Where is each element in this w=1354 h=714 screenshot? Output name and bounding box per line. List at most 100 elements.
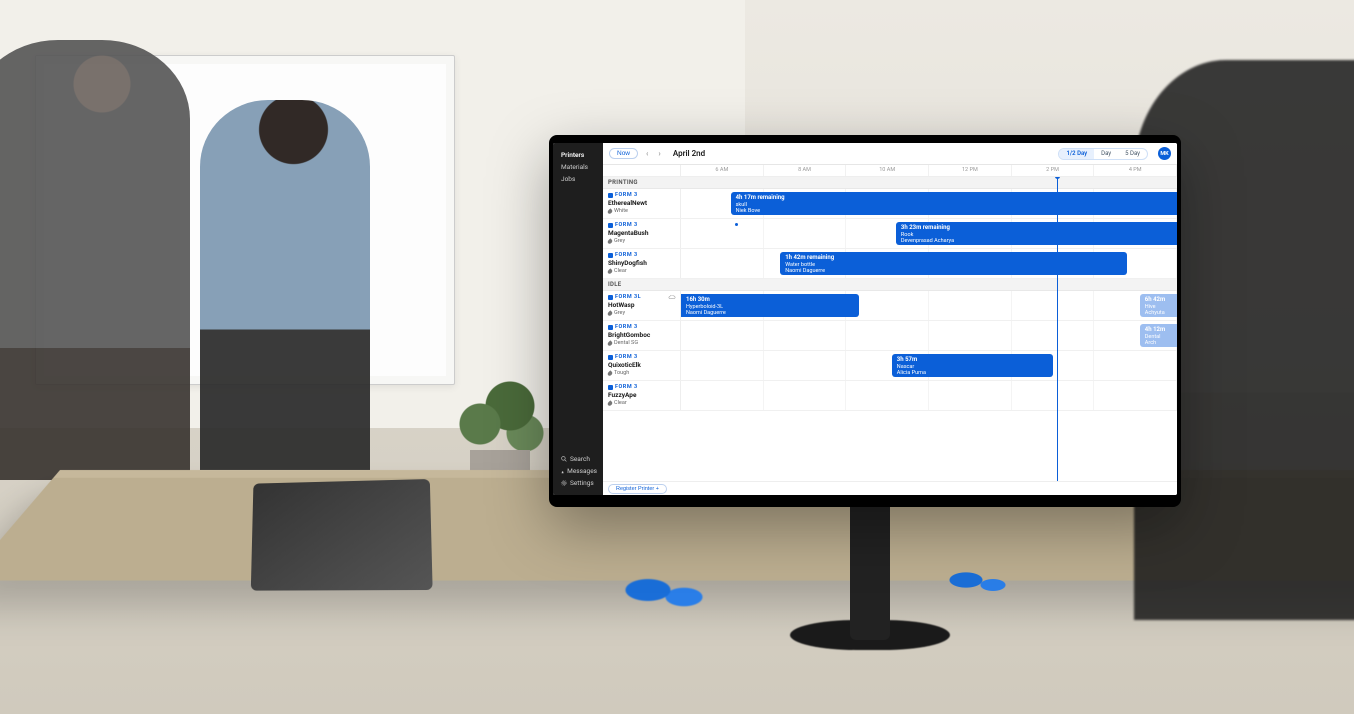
job-owner: Devenprasad Acharya [901, 238, 1172, 245]
time-header: 6 AM8 AM10 AM12 PM2 PM4 PM [603, 165, 1177, 177]
material-drop-icon [607, 370, 613, 376]
main-panel: Now ‹ › April 2nd 1/2 DayDay5 Day MK 6 A… [603, 143, 1177, 495]
job-part: Hive [1145, 304, 1172, 311]
user-avatar[interactable]: MK [1158, 147, 1171, 160]
range-1-2-day[interactable]: 1/2 Day [1059, 149, 1094, 159]
job-owner: Niek Bove [736, 208, 1172, 215]
material-drop-icon [607, 238, 613, 244]
job-part: Dental Arch [1145, 334, 1172, 348]
sidebar: PrintersMaterialsJobs Search Messages Sett… [553, 143, 603, 495]
section-header-printing: PRINTING [603, 177, 1177, 189]
sidebar-item-materials[interactable]: Materials [561, 161, 597, 173]
printer-model-label: FORM 3 [615, 192, 638, 198]
printer-material: Clear [608, 400, 675, 406]
printer-name: ShinyDogfish [608, 259, 675, 267]
printer-model-label: FORM 3 [615, 384, 638, 390]
range-segmented[interactable]: 1/2 DayDay5 Day [1058, 148, 1148, 160]
material-drop-icon [607, 400, 613, 406]
print-job[interactable]: 16h 30mHyperboloid-3LNaomi Daguerre [681, 294, 859, 317]
timeline-body: PRINTINGFORM 3EtherealNewtWhite 4h 17m re… [603, 177, 1177, 481]
job-title: 1h 42m remaining [785, 254, 1122, 262]
printer-info[interactable]: FORM 3QuixoticElkTough [603, 351, 681, 380]
job-part: Water bottle [785, 262, 1122, 269]
printer-lane[interactable]: 3h 23m remainingRookDevenprasad Acharya [681, 219, 1177, 248]
printer-icon [608, 223, 613, 228]
printer-material: Dental SG [608, 340, 675, 346]
search-icon [561, 456, 567, 462]
printer-info[interactable]: FORM 3FuzzyApeClear [603, 381, 681, 410]
job-part: Rook [901, 232, 1172, 239]
printer-material: Grey [608, 238, 675, 244]
print-job[interactable]: 4h 17m remainingskullNiek Bove [731, 192, 1177, 215]
sidebar-nav: PrintersMaterialsJobs [561, 149, 597, 453]
print-job[interactable]: 3h 57mNascarAlicia Puma [892, 354, 1053, 377]
section-header-idle: IDLE [603, 279, 1177, 291]
range-day[interactable]: Day [1094, 149, 1118, 159]
printer-model: FORM 3 [608, 222, 675, 228]
material-drop-icon [607, 310, 613, 316]
printer-row: FORM 3BrightGombocDental SG 4h 12mDental … [603, 321, 1177, 351]
printer-info[interactable]: FORM 3ShinyDogfishClear [603, 249, 681, 278]
printer-lane[interactable]: 4h 17m remainingskullNiek Bove [681, 189, 1177, 218]
now-button[interactable]: Now [609, 148, 638, 159]
next-button[interactable]: › [656, 149, 662, 158]
printer-info[interactable]: FORM 3EtherealNewtWhite [603, 189, 681, 218]
printer-row: FORM 3LHotWaspGrey16h 30mHyperboloid-3LN… [603, 291, 1177, 321]
printer-model: FORM 3 [608, 384, 675, 390]
job-part: Hyperboloid-3L [686, 304, 854, 311]
job-title: 16h 30m [686, 296, 854, 304]
job-title: 6h 42m [1145, 296, 1172, 304]
printer-icon [608, 193, 613, 198]
sidebar-search[interactable]: Search [561, 453, 597, 465]
printer-model-label: FORM 3 [615, 354, 638, 360]
blue-3d-print-object-1 [600, 555, 720, 625]
printer-icon [608, 253, 613, 258]
printer-name: HotWasp [608, 301, 675, 309]
topbar: Now ‹ › April 2nd 1/2 DayDay5 Day MK [603, 143, 1177, 165]
printer-info[interactable]: FORM 3BrightGombocDental SG [603, 321, 681, 350]
print-job[interactable]: 4h 12mDental ArchItzj Pedrouse [1140, 324, 1177, 347]
printer-row: FORM 3MagentaBushGrey 3h 23m remainingRoo… [603, 219, 1177, 249]
printer-lane[interactable] [681, 381, 1177, 410]
print-job[interactable]: 3h 23m remainingRookDevenprasad Acharya [896, 222, 1177, 245]
printer-row: FORM 3EtherealNewtWhite 4h 17m remainings… [603, 189, 1177, 219]
material-label: Tough [614, 370, 629, 376]
job-title: 4h 17m remaining [736, 194, 1172, 202]
printer-model-label: FORM 3 [615, 252, 638, 258]
sidebar-settings[interactable]: Settings [561, 477, 597, 489]
printer-info[interactable]: FORM 3MagentaBushGrey [603, 219, 681, 248]
material-label: Dental SG [614, 340, 638, 346]
printer-lane[interactable]: 4h 12mDental ArchItzj Pedrouse [681, 321, 1177, 350]
print-job[interactable]: 6h 42mHiveAchyuta At-Aplini [1140, 294, 1177, 317]
material-drop-icon [607, 268, 613, 274]
job-title: 3h 57m [897, 356, 1048, 364]
job-title: 3h 23m remaining [901, 224, 1172, 232]
job-owner: Achyuta At-Aplini [1145, 310, 1172, 317]
footer-bar: Register Printer + [603, 481, 1177, 495]
sidebar-item-jobs[interactable]: Jobs [561, 173, 597, 185]
register-printer-button[interactable]: Register Printer + [608, 484, 667, 494]
hour-label: 10 AM [846, 165, 929, 176]
material-label: Grey [614, 310, 625, 316]
printer-lane[interactable]: 16h 30mHyperboloid-3LNaomi Daguerre 6h 42… [681, 291, 1177, 320]
printer-row: FORM 3FuzzyApeClear [603, 381, 1177, 411]
sidebar-bottom-label: Messages [567, 467, 597, 475]
range-5-day[interactable]: 5 Day [1118, 149, 1147, 159]
printer-icon [608, 295, 613, 300]
printer-info[interactable]: FORM 3LHotWaspGrey [603, 291, 681, 320]
prev-button[interactable]: ‹ [644, 149, 650, 158]
job-owner: Alicia Puma [897, 370, 1048, 377]
sidebar-messages[interactable]: Messages [561, 465, 597, 477]
printer-model: FORM 3 [608, 252, 675, 258]
bell-icon [561, 468, 564, 474]
gear-icon [561, 480, 567, 486]
print-job[interactable]: 1h 42m remainingWater bottleNaomi Daguer… [780, 252, 1127, 275]
sidebar-bottom-label: Search [570, 455, 590, 463]
person-pointing [200, 100, 370, 470]
printer-lane[interactable]: 1h 42m remainingWater bottleNaomi Daguer… [681, 249, 1177, 278]
printer-icon [608, 325, 613, 330]
sidebar-item-printers[interactable]: Printers [561, 149, 597, 161]
blue-3d-print-object-2 [930, 555, 1020, 605]
printer-lane[interactable]: 3h 57mNascarAlicia Puma [681, 351, 1177, 380]
printer-model: FORM 3L [608, 294, 675, 300]
